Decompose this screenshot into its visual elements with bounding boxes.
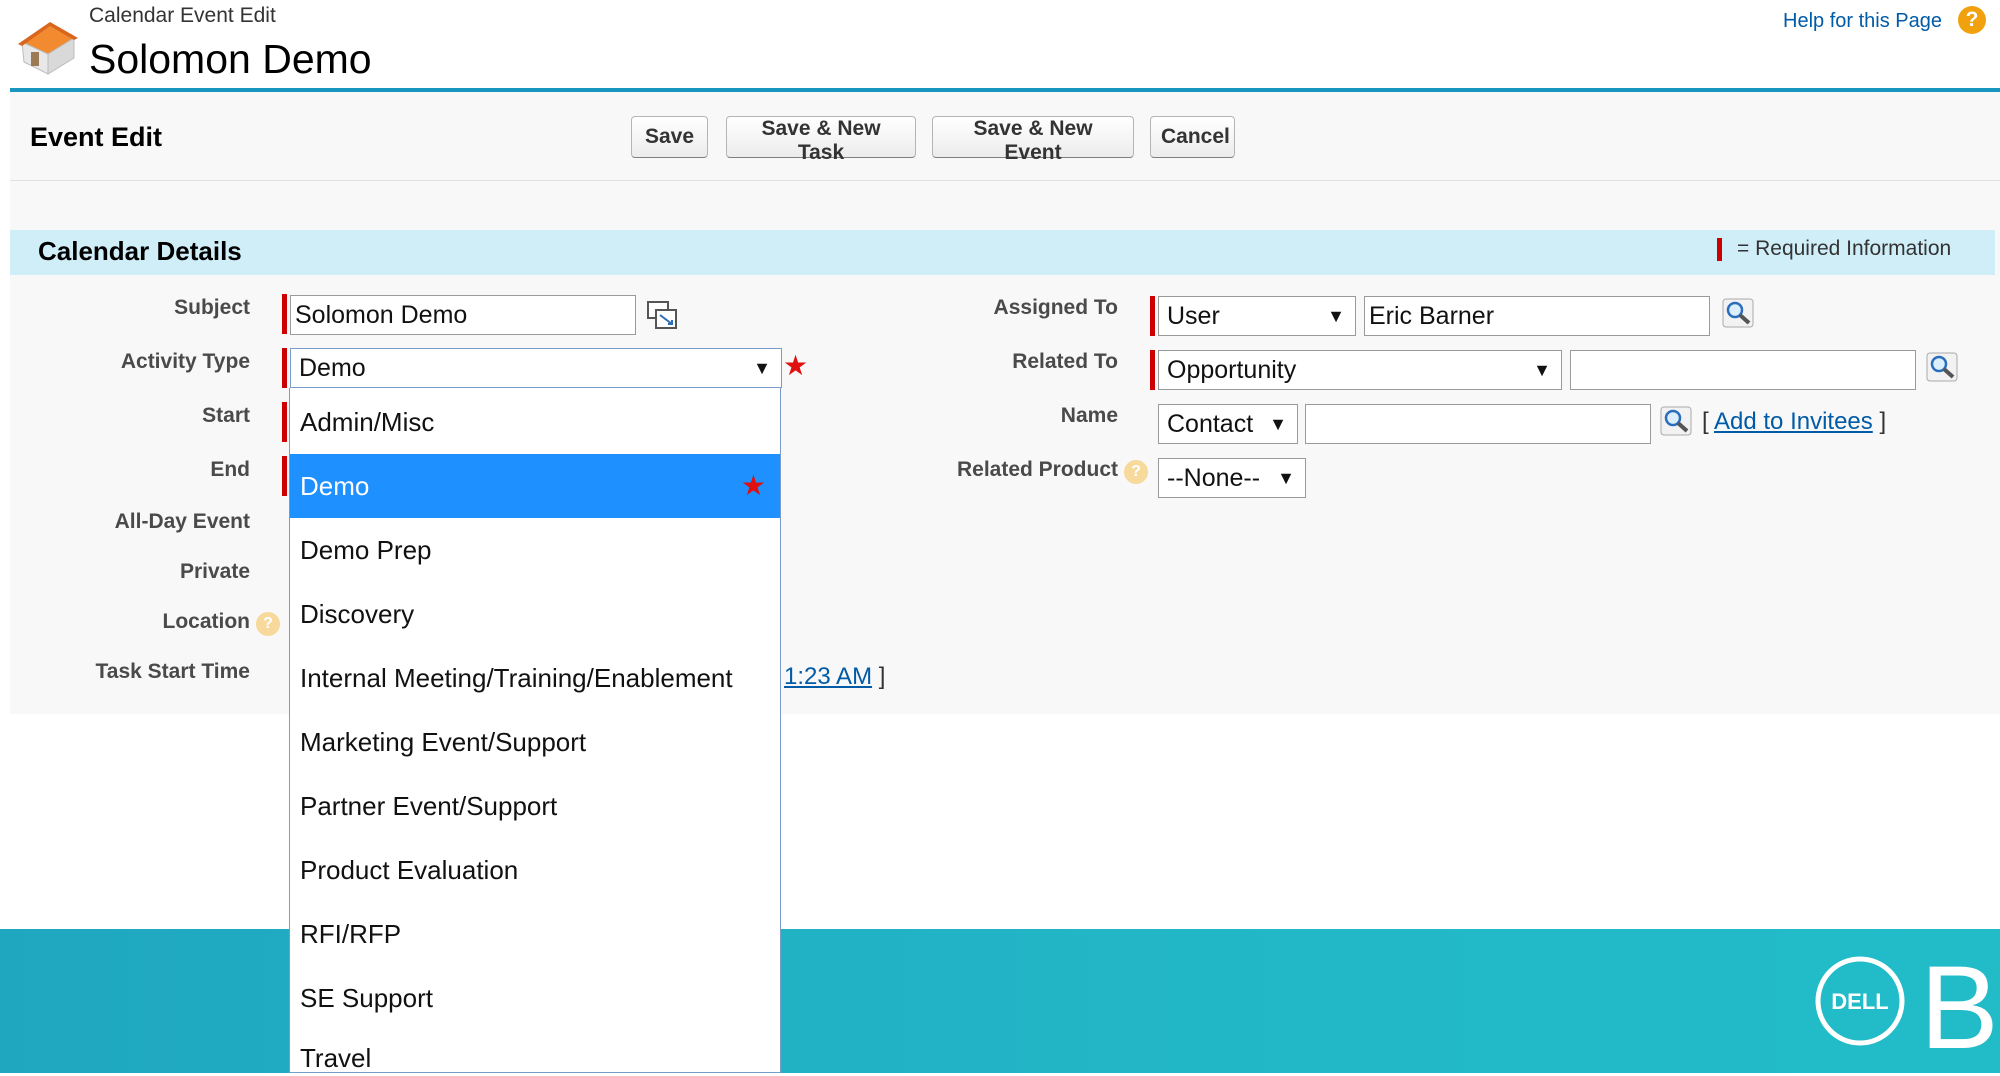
svg-text:DELL: DELL — [1831, 989, 1888, 1014]
chevron-down-icon: ▼ — [1327, 306, 1345, 326]
dropdown-option[interactable]: Marketing Event/Support — [290, 710, 780, 774]
end-label: End — [210, 458, 250, 481]
related-to-input[interactable] — [1570, 350, 1916, 390]
activity-type-dropdown: Admin/Misc Demo ★ Demo Prep Discovery In… — [289, 388, 781, 1073]
section-header — [10, 230, 1995, 275]
dell-logo: DELL — [1815, 956, 1905, 1046]
save-new-event-button[interactable]: Save & New Event — [932, 116, 1134, 164]
save-button[interactable]: Save — [631, 116, 708, 158]
help-icon[interactable]: ? — [1958, 6, 1986, 34]
assigned-to-required-bar — [1150, 296, 1155, 336]
dropdown-option[interactable]: RFI/RFP — [290, 902, 780, 966]
section-title: Calendar Details — [38, 236, 242, 266]
location-label: Location — [162, 610, 251, 633]
required-star-icon: ★ — [740, 470, 766, 501]
combobox-icon[interactable] — [646, 300, 678, 330]
footer-wordmark: B — [1920, 942, 1999, 1074]
breadcrumb: Calendar Event Edit — [89, 4, 276, 27]
help-link[interactable]: Help for this Page — [1783, 10, 1942, 33]
chevron-down-icon: ▼ — [1533, 360, 1551, 380]
chevron-down-icon: ▼ — [1277, 468, 1295, 488]
subject-required-bar — [282, 294, 287, 334]
subject-label: Subject — [174, 296, 250, 319]
block-title: Event Edit — [30, 122, 163, 152]
name-input[interactable] — [1305, 404, 1651, 444]
location-help-icon[interactable]: ? — [256, 612, 280, 636]
dropdown-option[interactable]: SE Support — [290, 966, 780, 1030]
private-label: Private — [179, 560, 250, 583]
dropdown-option[interactable]: Discovery — [290, 582, 780, 646]
add-to-invitees: [ Add to Invitees ] — [1702, 408, 1887, 435]
home-icon — [18, 22, 78, 75]
all-day-event-label: All-Day Event — [114, 510, 250, 533]
name-label: Name — [1060, 404, 1118, 427]
start-label: Start — [202, 404, 250, 427]
assigned-to-input[interactable]: Eric Barner — [1364, 296, 1710, 336]
required-star-icon: ★ — [783, 350, 809, 381]
lookup-icon[interactable] — [1722, 298, 1754, 328]
dropdown-option[interactable]: Admin/Misc — [290, 390, 780, 454]
subject-input[interactable]: Solomon Demo — [290, 295, 636, 335]
start-required-bar — [282, 402, 287, 442]
assigned-to-type-select[interactable]: User ▼ — [1158, 296, 1356, 336]
related-to-required-bar — [1150, 350, 1155, 390]
dropdown-option[interactable]: Demo Prep — [290, 518, 780, 582]
dropdown-option[interactable]: Partner Event/Support — [290, 774, 780, 838]
end-required-bar — [282, 456, 287, 496]
activity-type-label: Activity Type — [120, 350, 250, 373]
add-to-invitees-link[interactable]: Add to Invitees — [1714, 408, 1873, 435]
dropdown-option-selected[interactable]: Demo ★ — [290, 454, 780, 518]
required-indicator — [1717, 238, 1722, 261]
chevron-down-icon: ▼ — [753, 358, 771, 378]
name-type-select[interactable]: Contact ▼ — [1158, 404, 1298, 444]
page-title: Solomon Demo — [89, 36, 372, 82]
dropdown-option[interactable]: Travel — [290, 1030, 780, 1073]
activity-type-selected-value: Demo — [299, 354, 366, 382]
dropdown-option[interactable]: Internal Meeting/Training/Enablement — [290, 646, 780, 710]
related-to-type-select[interactable]: Opportunity ▼ — [1158, 350, 1562, 390]
assigned-to-label: Assigned To — [993, 296, 1118, 319]
related-product-help-icon[interactable]: ? — [1124, 460, 1148, 484]
required-legend: = Required Information — [1737, 237, 1952, 260]
lookup-icon[interactable] — [1660, 406, 1692, 436]
related-product-label: Related Product — [956, 458, 1118, 481]
lookup-icon[interactable] — [1926, 352, 1958, 382]
task-start-time-link[interactable]: 1:23 AM ] — [784, 663, 885, 691]
activity-type-select[interactable]: Demo ▼ — [290, 348, 782, 388]
chevron-down-icon: ▼ — [1269, 414, 1287, 434]
task-start-time-label: Task Start Time — [95, 660, 250, 683]
related-product-select[interactable]: --None-- ▼ — [1158, 458, 1306, 498]
dropdown-option[interactable]: Product Evaluation — [290, 838, 780, 902]
related-to-label: Related To — [1012, 350, 1118, 373]
button-bar-divider — [10, 180, 2000, 181]
cancel-button[interactable]: Cancel — [1150, 116, 1235, 158]
save-new-task-button[interactable]: Save & New Task — [726, 116, 916, 164]
activity-type-required-bar — [282, 348, 287, 388]
